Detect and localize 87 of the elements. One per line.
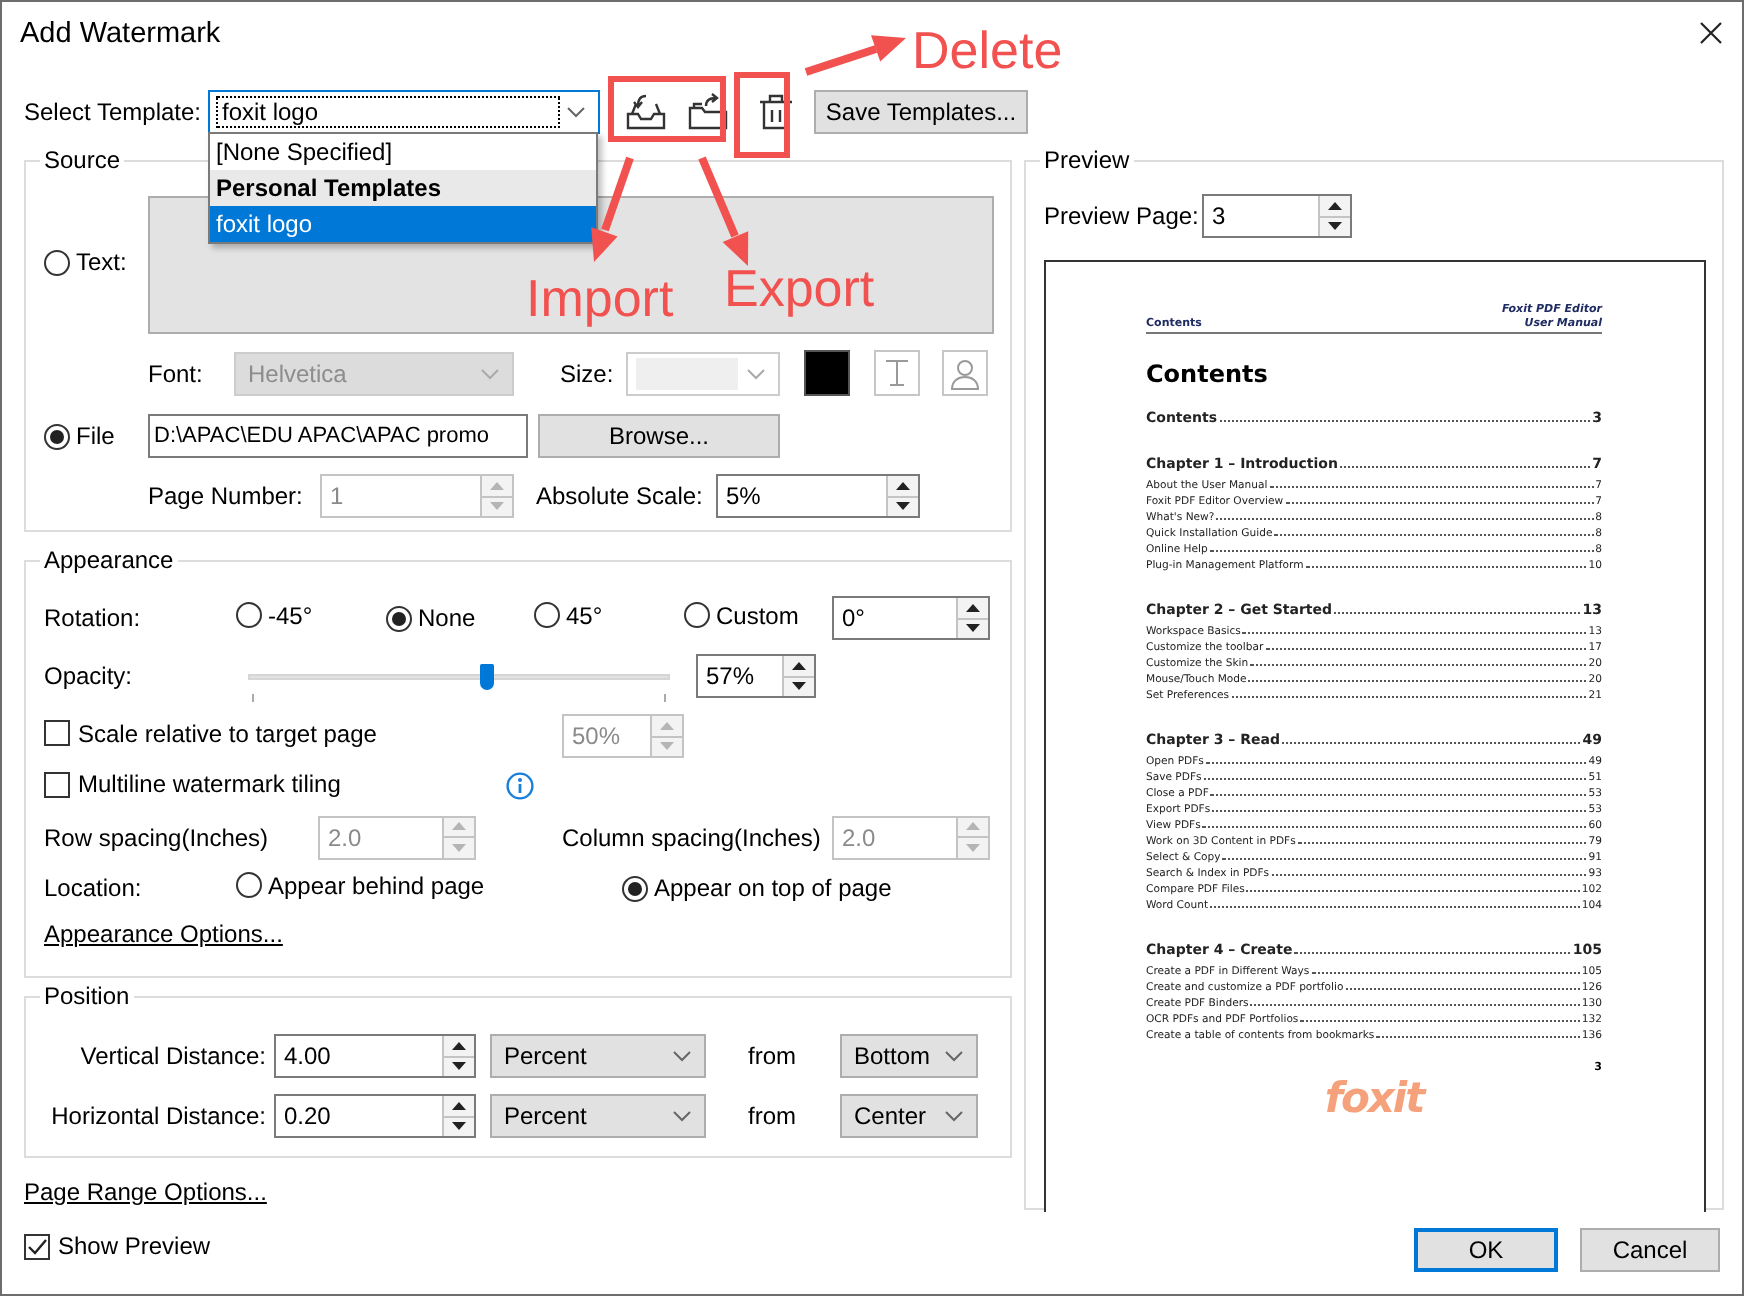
group-title: Source (42, 146, 123, 174)
spin-field[interactable]: 0° (832, 596, 990, 640)
group-title: Preview (1042, 146, 1132, 174)
color-swatch[interactable] (804, 350, 850, 396)
browse-button[interactable]: Browse... (538, 414, 780, 458)
radio-button[interactable]: Appear behind page (236, 871, 485, 899)
dropdown-item[interactable]: foxit logo (210, 206, 596, 242)
field-label: Page Number: (148, 482, 305, 510)
radio-button[interactable]: -45° (236, 601, 313, 630)
watermark-logo: foxit (1324, 1074, 1424, 1122)
checkbox[interactable]: Multiline watermark tiling (44, 770, 341, 798)
annotation-label: Export (724, 258, 875, 318)
radio-button[interactable]: None (386, 604, 476, 633)
appearance-options-link[interactable]: Appearance Options... (44, 920, 283, 948)
field-label: Column spacing(Inches) (562, 823, 823, 851)
slider-thumb[interactable] (480, 663, 495, 689)
spin-field[interactable]: 5% (716, 474, 920, 518)
person-icon[interactable] (942, 350, 988, 396)
annotation-arrow (591, 156, 634, 262)
field-label: from (746, 1042, 798, 1070)
text-cursor-icon[interactable] (874, 350, 920, 396)
checkmark-icon (26, 1235, 48, 1257)
field-label: Absolute Scale: (536, 482, 705, 510)
spin-buttons[interactable] (442, 1096, 474, 1136)
window-title: Add Watermark (20, 17, 221, 49)
annotation-label: Import (526, 268, 674, 328)
field-label: Font: (148, 359, 205, 387)
slider-tick (664, 693, 666, 701)
field-label: Vertical Distance: (78, 1042, 268, 1070)
spin-field[interactable]: 3 (1202, 194, 1352, 238)
template-dropdown[interactable]: foxit logo (208, 90, 600, 134)
radio-button[interactable]: Custom (684, 601, 799, 630)
field-label: Horizontal Distance: (49, 1102, 268, 1130)
dropdown-item[interactable]: Personal Templates (210, 170, 596, 206)
spin-buttons[interactable] (886, 476, 918, 516)
annotation-label: Delete (912, 20, 1063, 80)
radio-button[interactable]: Text: (44, 248, 127, 277)
save-templates-button[interactable]: Save Templates... (814, 90, 1028, 134)
field-label: from (746, 1102, 798, 1130)
field-label: Size: (560, 359, 616, 387)
highlight-frame (734, 72, 790, 158)
slider-tick (252, 693, 254, 701)
page-heading: Contents (1146, 360, 1270, 388)
spin-buttons[interactable] (782, 656, 814, 696)
field-label: Location: (44, 873, 144, 902)
spin-buttons[interactable] (956, 598, 988, 638)
file-path-field[interactable]: D:\APAC\EDU APAC\APAC promo (148, 414, 528, 458)
annotation-arrow (698, 156, 749, 266)
checkbox[interactable]: Show Preview (24, 1232, 211, 1260)
radio-button[interactable]: Appear on top of page (622, 874, 892, 902)
caret-icon (480, 367, 500, 379)
caret-icon (944, 1110, 964, 1122)
dropdown[interactable]: Percent (490, 1094, 706, 1138)
dropdown-item[interactable]: [None Specified] (210, 134, 596, 170)
caret-icon (746, 367, 766, 379)
field-label: Preview Page: (1044, 202, 1201, 230)
field-label: Select Template: (24, 98, 203, 126)
cancel-button[interactable]: Cancel (1580, 1228, 1720, 1272)
checkbox[interactable]: Scale relative to target page (44, 719, 377, 748)
field-label: Rotation: (44, 604, 143, 632)
field-label: Row spacing(Inches) (44, 823, 271, 851)
spin-field[interactable]: 57% (696, 654, 816, 698)
info-icon[interactable] (506, 772, 534, 801)
trash-icon[interactable] (758, 92, 794, 132)
spin-field[interactable]: 0.20 (274, 1094, 476, 1138)
spin-field[interactable]: 4.00 (274, 1034, 476, 1078)
group-title: Position (42, 982, 132, 1010)
dropdown[interactable]: Percent (490, 1034, 706, 1078)
field-label: Opacity: (44, 662, 135, 690)
page-range-options-link[interactable]: Page Range Options... (24, 1178, 267, 1206)
close-icon[interactable] (1700, 22, 1722, 44)
radio-button[interactable]: 45° (534, 601, 603, 630)
group-title: Appearance (42, 546, 176, 574)
folder-arrow-out-icon[interactable] (686, 92, 730, 132)
caret-icon (944, 1050, 964, 1062)
dropdown[interactable]: Bottom (840, 1034, 978, 1078)
annotation-arrow (804, 35, 906, 76)
spin-buttons[interactable] (1318, 196, 1350, 236)
caret-icon (672, 1110, 692, 1122)
highlight-frame (608, 76, 726, 142)
radio-button[interactable]: File (44, 422, 115, 451)
caret-icon (672, 1050, 692, 1062)
caret-icon (566, 106, 586, 118)
ok-button[interactable]: OK (1414, 1228, 1558, 1272)
dropdown[interactable]: Center (840, 1094, 978, 1138)
spin-buttons[interactable] (442, 1036, 474, 1076)
tray-arrow-in-icon[interactable] (624, 92, 668, 132)
